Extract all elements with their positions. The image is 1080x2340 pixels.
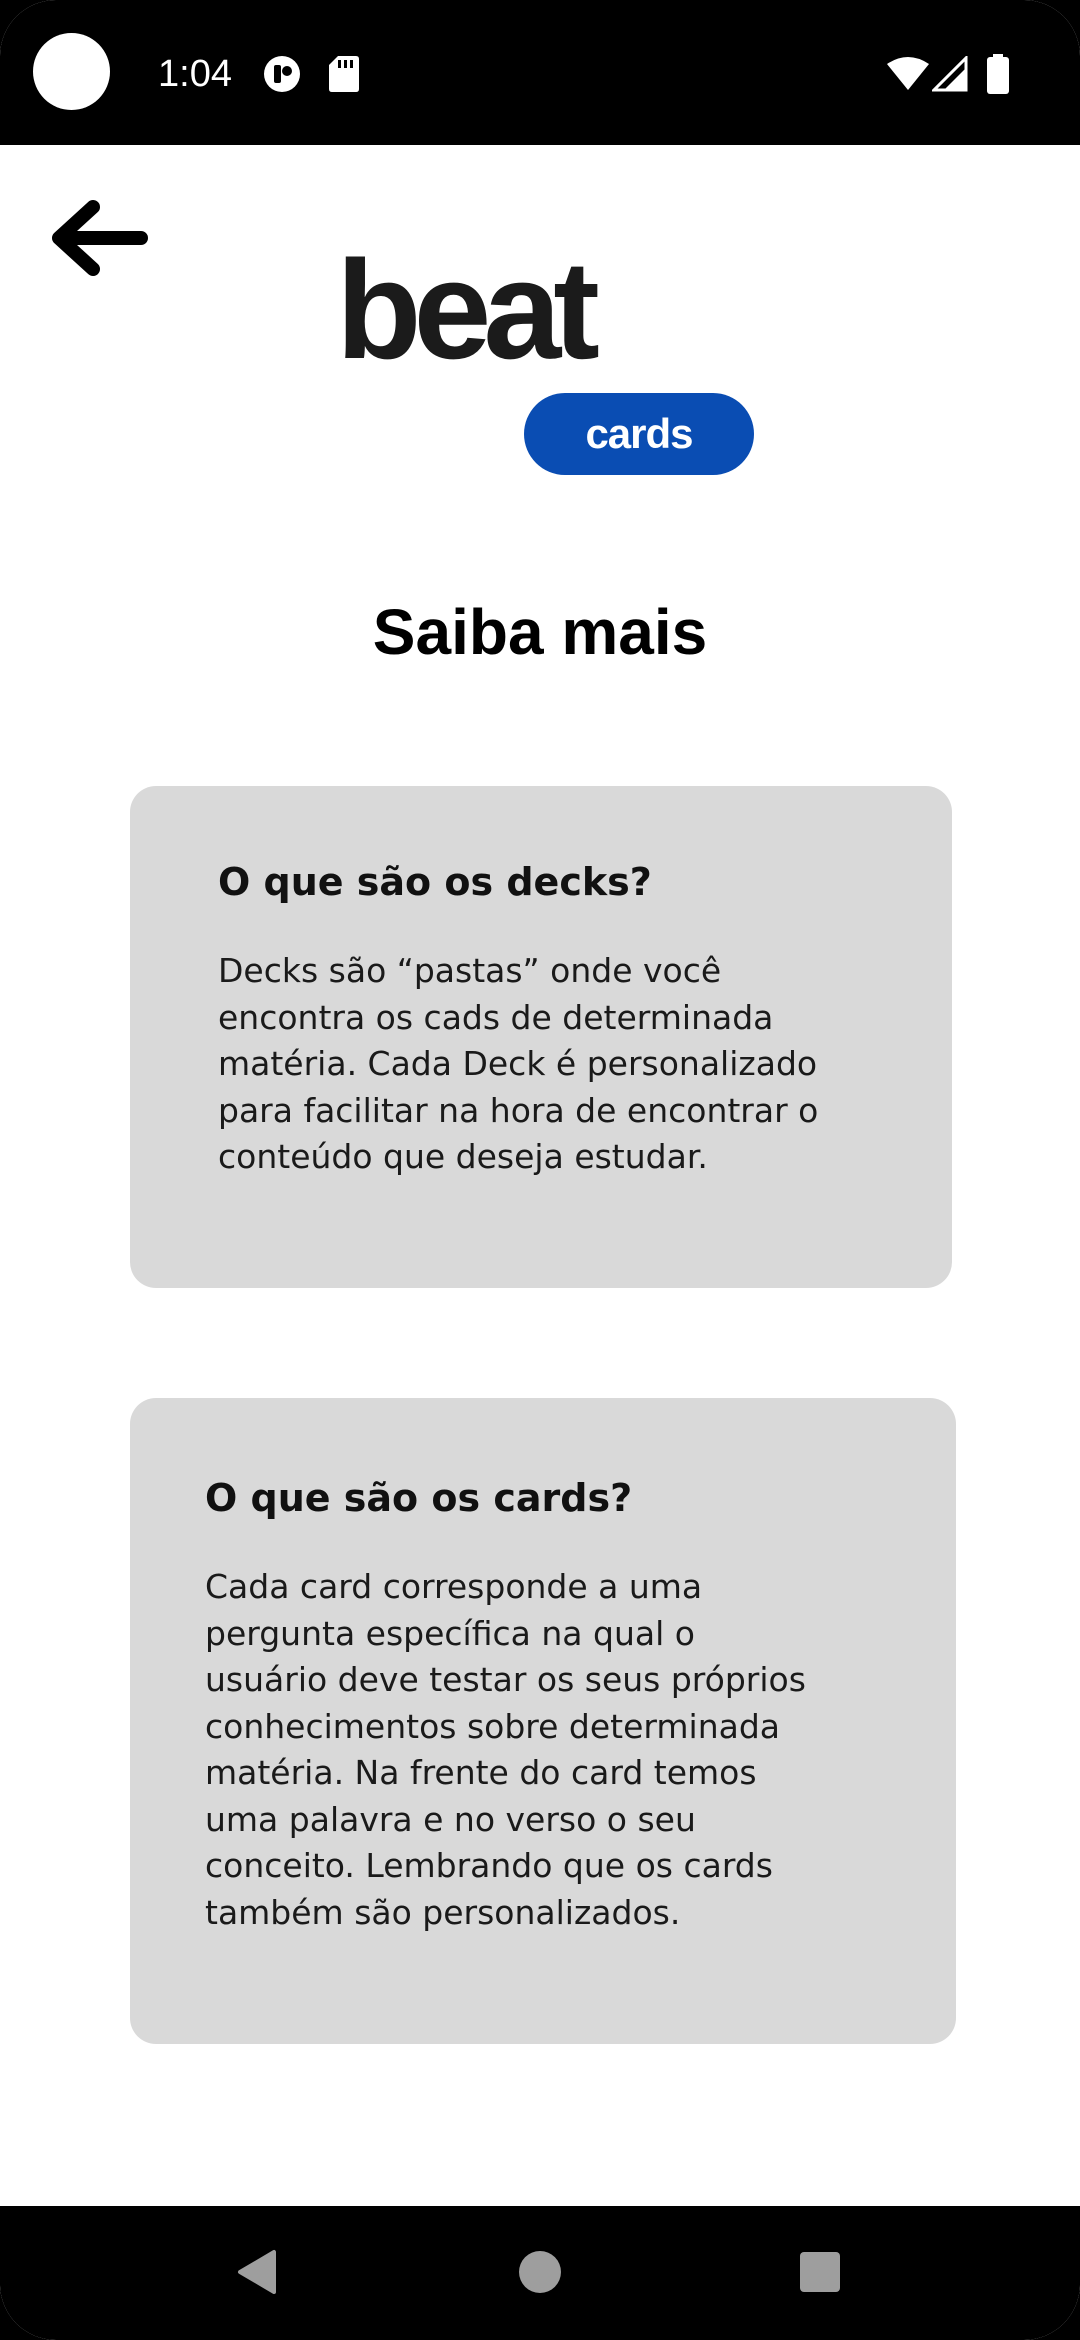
notification-icon	[262, 54, 302, 99]
camera-cutout	[33, 33, 110, 110]
system-nav-bar	[0, 2206, 1080, 2340]
card-body-line: uma palavra e no verso o seu	[205, 1799, 696, 1839]
card-body-line: Cada card corresponde a uma	[205, 1567, 703, 1606]
card-body-line: conhecimentos sobre determinada	[205, 1706, 781, 1746]
wifi-icon	[886, 56, 930, 97]
logo-pill-text: cards	[585, 410, 693, 457]
nav-home-button[interactable]	[510, 2244, 570, 2304]
card-body-line: conceito. Lembrando que os cards	[205, 1846, 773, 1885]
battery-icon	[986, 54, 1010, 99]
home-circle-icon	[517, 2249, 563, 2300]
back-button[interactable]	[40, 190, 160, 290]
page-title: Saiba mais	[372, 596, 708, 668]
logo-pill: cards	[524, 393, 754, 475]
decks-info-card: O que são os decks? Decks são “pastas” o…	[130, 786, 952, 1288]
card-body: Cada card corresponde a uma pergunta esp…	[205, 1564, 916, 1936]
card-title: O que são os decks?	[218, 860, 652, 904]
card-body: Decks são “pastas” onde você encontra os…	[218, 948, 912, 1181]
card-body-line: também são personalizados.	[205, 1892, 681, 1932]
recents-square-icon	[798, 2250, 842, 2299]
card-title: O que são os cards?	[205, 1476, 633, 1520]
cards-info-card: O que são os cards? Cada card correspond…	[130, 1398, 956, 2044]
card-body-line: matéria. Cada Deck é personalizado	[218, 1044, 818, 1083]
logo-word: beat	[336, 231, 600, 388]
card-body-line: conteúdo que deseja estudar.	[218, 1137, 708, 1176]
card-body-line: Decks são “pastas” onde você	[218, 951, 722, 990]
card-body-line: matéria. Na frente do card temos	[205, 1753, 757, 1792]
card-body-line: encontra os cads de determinada	[218, 997, 774, 1037]
signal-icon	[930, 54, 968, 97]
sd-card-icon	[328, 54, 360, 99]
status-time: 1:04	[158, 53, 232, 95]
arrow-left-icon	[45, 193, 155, 288]
card-body-line: usuário deve testar os seus próprios	[205, 1660, 806, 1699]
beat-cards-logo: beat cards	[336, 231, 756, 475]
status-bar: 1:04	[0, 0, 1080, 145]
app-screen: 1:04 beat cards Saiba mais O que são os …	[0, 0, 1080, 2340]
card-body-line: pergunta específica na qual o	[205, 1613, 695, 1653]
card-body-line: para facilitar na hora de encontrar o	[218, 1090, 819, 1130]
back-triangle-icon	[234, 2248, 278, 2301]
nav-recents-button[interactable]	[790, 2244, 850, 2304]
nav-back-button[interactable]	[226, 2244, 286, 2304]
